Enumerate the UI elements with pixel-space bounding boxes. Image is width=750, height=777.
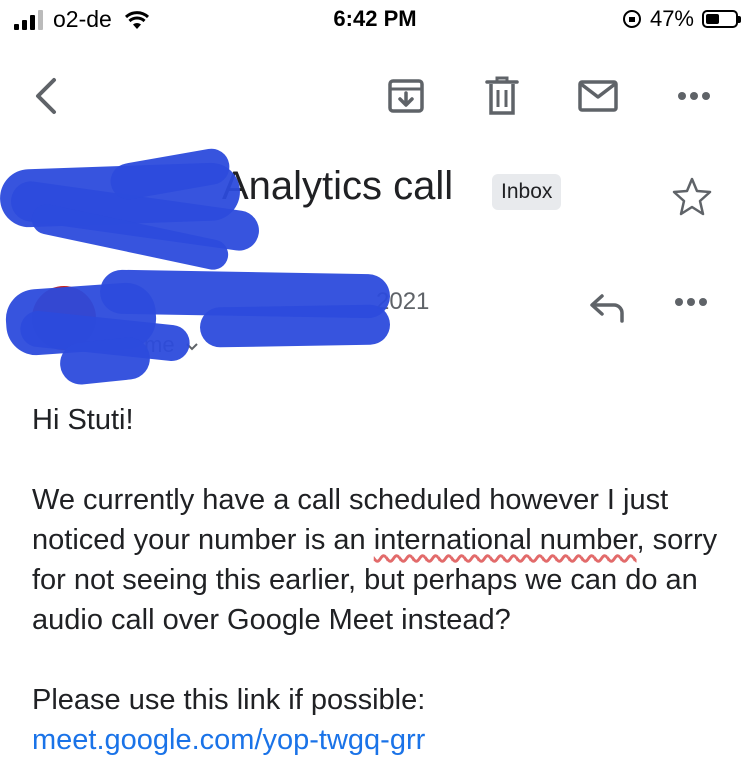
meet-link[interactable]: meet.google.com/yop-twgq-grr xyxy=(32,720,722,760)
battery-icon xyxy=(702,10,741,28)
message-more-button[interactable] xyxy=(674,294,708,312)
status-right: 47% xyxy=(622,6,741,32)
more-horizontal-icon xyxy=(675,298,707,306)
inbox-label-badge[interactable]: Inbox xyxy=(492,174,562,210)
delete-button[interactable] xyxy=(480,74,524,118)
trash-icon xyxy=(485,76,519,115)
mark-unread-button[interactable] xyxy=(576,74,620,118)
star-icon xyxy=(672,177,712,216)
chevron-left-icon xyxy=(36,78,56,114)
email-toolbar xyxy=(0,66,750,126)
body-paragraph: Please use this link if possible: xyxy=(32,684,426,716)
archive-button[interactable] xyxy=(384,74,428,118)
underlined-text: international number xyxy=(373,524,637,556)
more-options-button[interactable] xyxy=(672,74,716,118)
more-horizontal-icon xyxy=(678,92,710,100)
orientation-lock-icon xyxy=(622,10,641,28)
back-button[interactable] xyxy=(26,72,66,120)
archive-icon xyxy=(388,79,424,113)
body-paragraph: We currently have a call scheduled howev… xyxy=(32,480,722,640)
star-button[interactable] xyxy=(672,176,712,221)
email-subject: Analytics call xyxy=(222,164,454,208)
battery-percent: 47% xyxy=(649,6,694,31)
redaction-mark xyxy=(58,335,152,387)
battery-fill xyxy=(706,14,719,24)
mail-icon xyxy=(578,80,618,112)
reply-icon xyxy=(590,294,624,323)
status-bar: o2-de 6:42 PM 47% xyxy=(0,0,750,40)
email-body: Hi Stuti! We currently have a call sched… xyxy=(32,400,722,760)
greeting: Hi Stuti! xyxy=(32,404,134,436)
redaction-mark xyxy=(199,304,391,348)
reply-button[interactable] xyxy=(588,290,628,329)
